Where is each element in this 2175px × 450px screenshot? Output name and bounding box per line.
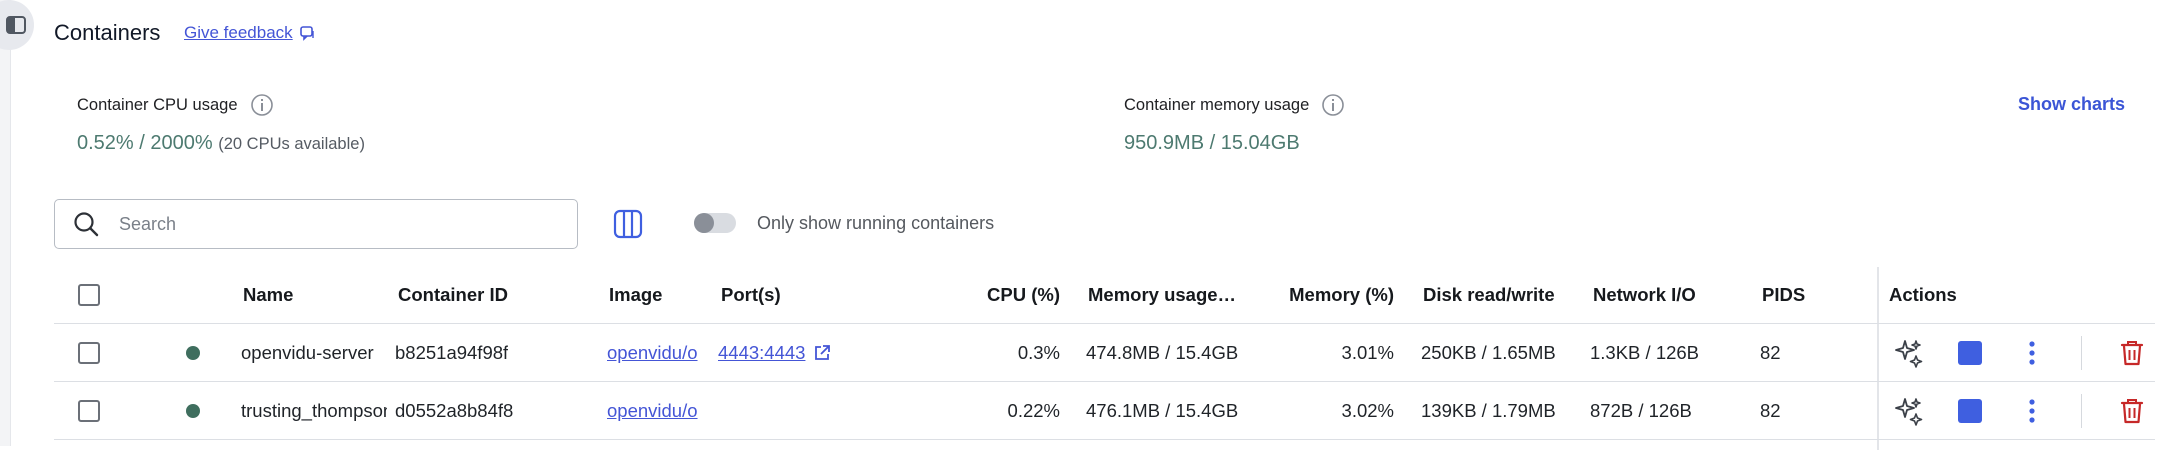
left-sidebar-strip — [0, 0, 11, 446]
header-pids[interactable]: PIDS — [1762, 267, 1805, 323]
give-feedback-link[interactable]: Give feedback — [184, 23, 315, 43]
image-link-cell: openvidu/o — [607, 324, 707, 381]
sidebar-toggle-icon — [6, 16, 26, 34]
status-running-dot — [186, 403, 200, 418]
cpu-usage-number: 0.52% / 2000% — [77, 132, 213, 154]
external-link-icon[interactable] — [813, 344, 831, 362]
status-running-dot — [186, 345, 200, 360]
search-input[interactable] — [117, 212, 541, 236]
columns-icon[interactable] — [612, 208, 644, 240]
disk-value: 250KB / 1.65MB — [1421, 341, 1556, 363]
container-name[interactable]: trusting_thompson — [241, 382, 387, 439]
chat-bubble-icon — [299, 26, 314, 41]
sidebar-toggle-button[interactable] — [0, 0, 34, 50]
search-field[interactable] — [54, 199, 578, 249]
action-separator — [2081, 393, 2082, 428]
port-link[interactable]: 4443:4443 — [718, 342, 805, 364]
cpu-usage-label: Container CPU usage — [77, 93, 274, 117]
row-checkbox[interactable] — [78, 341, 100, 364]
pids-value: 82 — [1760, 341, 1781, 363]
memory-usage-label: Container memory usage — [1124, 93, 1345, 117]
header-image[interactable]: Image — [609, 267, 662, 323]
only-running-toggle[interactable] — [694, 213, 736, 233]
info-icon[interactable] — [250, 93, 274, 117]
image-link-cell: openvidu/o — [607, 382, 707, 439]
memory-usage-value: 950.9MB / 15.04GB — [1124, 132, 1300, 154]
row-select-cell — [78, 382, 100, 439]
kebab-menu-icon[interactable] — [2028, 340, 2036, 366]
stop-icon[interactable] — [1958, 398, 1982, 423]
container-name[interactable]: openvidu-server — [241, 324, 387, 381]
container-id: b8251a94f98f — [395, 341, 509, 363]
ports-cell: 4443:4443 — [718, 324, 831, 381]
image-link[interactable]: openvidu/o — [607, 400, 698, 422]
header-actions: Actions — [1889, 284, 1957, 305]
memory-usage-label-text: Container memory usage — [1124, 95, 1310, 114]
action-separator — [2081, 335, 2082, 370]
trash-icon[interactable] — [2119, 339, 2145, 367]
table-row[interactable]: openvidu-server b8251a94f98f openvidu/o … — [54, 324, 2155, 382]
cpu-usage-value: 0.52% / 2000% (20 CPUs available) — [77, 132, 365, 155]
page-title: Containers — [54, 20, 161, 45]
select-all-checkbox[interactable] — [78, 284, 100, 306]
status-cell — [186, 382, 200, 439]
containers-table: Name Container ID Image Port(s) CPU (%) … — [54, 267, 2155, 440]
cpu-value: 0.22% — [1007, 399, 1060, 421]
give-feedback-label: Give feedback — [184, 23, 293, 42]
cpu-usage-label-text: Container CPU usage — [77, 95, 238, 114]
info-icon[interactable] — [1321, 93, 1345, 117]
row-select-cell — [78, 324, 100, 381]
memory-pct-value: 3.02% — [1341, 399, 1394, 421]
header-disk[interactable]: Disk read/write — [1423, 267, 1555, 323]
stop-icon[interactable] — [1958, 340, 1982, 365]
header-memory-pct[interactable]: Memory (%) — [1274, 267, 1394, 323]
disk-value: 139KB / 1.79MB — [1421, 399, 1556, 421]
cpu-available-note: (20 CPUs available) — [218, 135, 365, 153]
search-icon — [74, 212, 99, 237]
header-network[interactable]: Network I/O — [1593, 267, 1696, 323]
memory-pct-value: 3.01% — [1341, 341, 1394, 363]
header-cpu[interactable]: CPU (%) — [954, 267, 1060, 323]
network-value: 872B / 126B — [1590, 399, 1692, 421]
header-memory-usage[interactable]: Memory usage… — [1088, 267, 1248, 323]
kebab-menu-icon[interactable] — [2028, 398, 2036, 424]
only-running-label: Only show running containers — [757, 213, 995, 233]
network-value: 1.3KB / 126B — [1590, 341, 1700, 363]
sparkles-icon[interactable] — [1894, 338, 1924, 368]
pids-value: 82 — [1760, 399, 1781, 421]
table-row[interactable]: trusting_thompson d0552a8b84f8 openvidu/… — [54, 382, 2155, 440]
cpu-value: 0.3% — [1017, 341, 1060, 363]
image-link[interactable]: openvidu/o — [607, 342, 698, 364]
container-id: d0552a8b84f8 — [395, 399, 514, 421]
header-name[interactable]: Name — [243, 267, 293, 323]
trash-icon[interactable] — [2119, 397, 2145, 425]
toggle-knob — [694, 213, 714, 233]
table-header-row: Name Container ID Image Port(s) CPU (%) … — [54, 267, 2155, 324]
row-checkbox[interactable] — [78, 399, 100, 422]
header-ports[interactable]: Port(s) — [721, 267, 781, 323]
select-all-cell — [78, 267, 100, 323]
show-charts-button[interactable]: Show charts — [2018, 94, 2125, 115]
sparkles-icon[interactable] — [1894, 396, 1924, 426]
memory-usage-value: 476.1MB / 15.4GB — [1086, 399, 1239, 421]
memory-usage-value: 474.8MB / 15.4GB — [1086, 341, 1239, 363]
header-container-id[interactable]: Container ID — [398, 267, 508, 323]
status-cell — [186, 324, 200, 381]
